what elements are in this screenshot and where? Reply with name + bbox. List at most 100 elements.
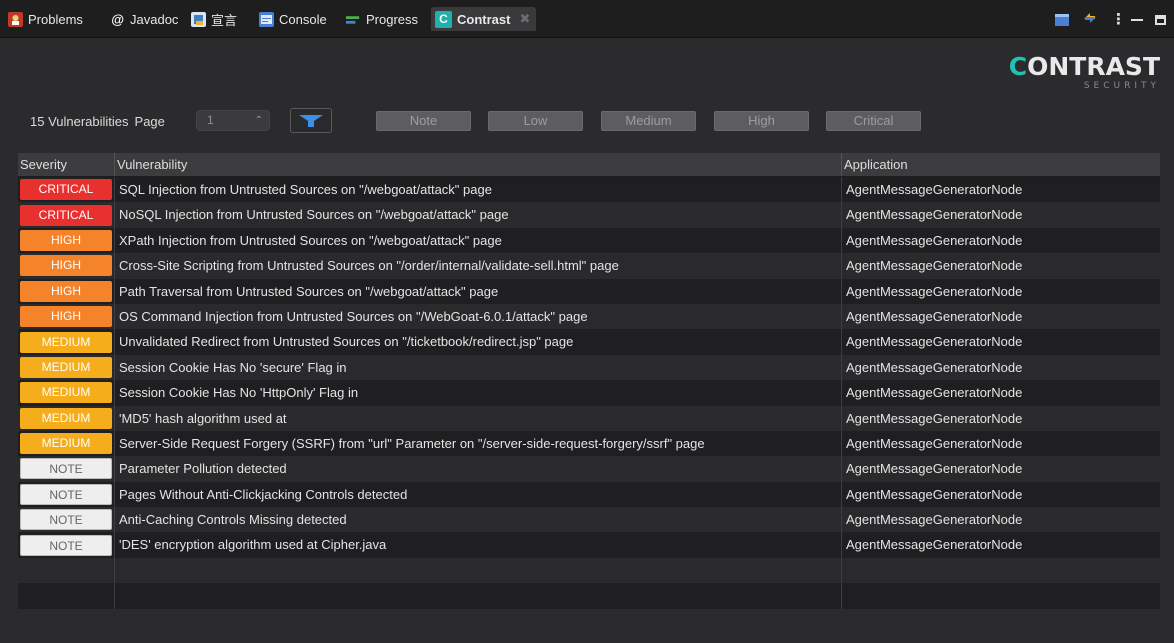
toolbar: 15 Vulnerabilities Page 1 ⌃ Note Low Med…: [30, 108, 930, 134]
application-cell: AgentMessageGeneratorNode: [841, 456, 1160, 482]
application-cell: AgentMessageGeneratorNode: [841, 177, 1160, 203]
logo-word: ONTRAST: [1027, 52, 1160, 81]
vulnerability-cell: Server-Side Request Forgery (SSRF) from …: [114, 430, 841, 457]
table-body: CRITICAL SQL Injection from Untrusted Sou…: [18, 177, 1160, 609]
tab-console[interactable]: Console: [259, 8, 327, 30]
tab-problems[interactable]: Problems: [8, 8, 83, 30]
table-row[interactable]: MEDIUM Unvalidated Redirect from Untruste…: [18, 329, 1160, 355]
filter-low-button[interactable]: Low: [488, 111, 583, 131]
filter-note-button[interactable]: Note: [376, 111, 471, 131]
application-cell: AgentMessageGeneratorNode: [841, 329, 1160, 355]
tab-label: Contrast: [457, 11, 511, 27]
severity-cell: NOTE: [18, 482, 114, 507]
empty-cell: [114, 557, 841, 584]
table-row[interactable]: NOTE Pages Without Anti-Clickjacking Cont…: [18, 481, 1160, 508]
severity-cell: NOTE: [18, 507, 114, 532]
header-severity[interactable]: Severity: [18, 153, 114, 176]
table-row[interactable]: HIGH XPath Injection from Untrusted Sourc…: [18, 227, 1160, 254]
table-row[interactable]: HIGH Cross-Site Scripting from Untrusted …: [18, 253, 1160, 279]
severity-cell: HIGH: [18, 304, 114, 329]
vulnerability-cell: Session Cookie Has No 'HttpOnly' Flag in: [114, 380, 841, 406]
filter-icon: [299, 114, 323, 127]
page-select[interactable]: 1 ⌃: [196, 110, 270, 131]
severity-badge: MEDIUM: [20, 331, 112, 353]
logo-sub: SECURITY: [1083, 81, 1160, 91]
empty-row: [18, 583, 1160, 609]
application-cell: AgentMessageGeneratorNode: [841, 354, 1160, 381]
tab-progress[interactable]: Progress: [346, 8, 418, 30]
application-cell: AgentMessageGeneratorNode: [841, 202, 1160, 228]
vulnerability-cell: Parameter Pollution detected: [114, 456, 841, 482]
severity-badge: NOTE: [20, 483, 112, 505]
severity-badge: CRITICAL: [20, 204, 112, 226]
filter-high-button[interactable]: High: [714, 111, 809, 131]
contrast-view: CONTRAST SECURITY 15 Vulnerabilities Pag…: [0, 38, 1174, 643]
table-row[interactable]: HIGH Path Traversal from Untrusted Source…: [18, 278, 1160, 304]
application-cell: AgentMessageGeneratorNode: [841, 380, 1160, 406]
close-tab-icon[interactable]: ✖: [519, 11, 530, 27]
header-vulnerability[interactable]: Vulnerability: [114, 153, 841, 176]
minimize-icon[interactable]: [1131, 18, 1143, 21]
table-row[interactable]: MEDIUM Session Cookie Has No 'HttpOnly' F…: [18, 380, 1160, 406]
table-row[interactable]: NOTE Anti-Caching Controls Missing detect…: [18, 507, 1160, 533]
severity-cell: HIGH: [18, 279, 114, 304]
severity-cell: HIGH: [18, 253, 114, 278]
application-cell: AgentMessageGeneratorNode: [841, 253, 1160, 279]
window-icon[interactable]: [1055, 13, 1069, 26]
table-row[interactable]: MEDIUM Server-Side Request Forgery (SSRF)…: [18, 430, 1160, 457]
table-row[interactable]: MEDIUM Session Cookie Has No 'secure' Fla…: [18, 354, 1160, 381]
severity-cell: NOTE: [18, 456, 114, 481]
sync-icon[interactable]: [1081, 10, 1099, 29]
table-row[interactable]: CRITICAL NoSQL Injection from Untrusted S…: [18, 202, 1160, 228]
tab-contrast[interactable]: C Contrast ✖: [431, 7, 537, 31]
progress-icon: [346, 12, 361, 27]
application-cell: AgentMessageGeneratorNode: [841, 278, 1160, 304]
declaration-icon: [191, 11, 206, 27]
application-cell: AgentMessageGeneratorNode: [841, 303, 1160, 330]
contrast-icon: C: [435, 10, 452, 28]
filter-critical-button[interactable]: Critical: [826, 111, 921, 131]
severity-badge: NOTE: [20, 534, 112, 556]
severity-badge: MEDIUM: [20, 433, 112, 455]
vulnerability-cell: Cross-Site Scripting from Untrusted Sour…: [114, 253, 841, 279]
filter-button[interactable]: [290, 108, 332, 133]
empty-row: [18, 557, 1160, 584]
application-cell: AgentMessageGeneratorNode: [841, 532, 1160, 558]
problems-icon: [8, 11, 23, 27]
severity-cell: MEDIUM: [18, 406, 114, 431]
application-cell: AgentMessageGeneratorNode: [841, 430, 1160, 457]
application-cell: AgentMessageGeneratorNode: [841, 405, 1160, 431]
severity-cell: CRITICAL: [18, 177, 114, 202]
tab-label: Problems: [28, 11, 83, 27]
table-row[interactable]: NOTE Parameter Pollution detected AgentMes…: [18, 456, 1160, 482]
table-row[interactable]: NOTE 'DES' encryption algorithm used at C…: [18, 532, 1160, 558]
vulnerability-count: 15 Vulnerabilities: [30, 113, 129, 129]
tab-label: Console: [279, 11, 327, 27]
empty-cell: [841, 583, 1160, 609]
empty-cell: [841, 557, 1160, 584]
vulnerability-cell: NoSQL Injection from Untrusted Sources o…: [114, 202, 841, 228]
vulnerability-cell: OS Command Injection from Untrusted Sour…: [114, 303, 841, 330]
vulnerability-cell: SQL Injection from Untrusted Sources on …: [114, 177, 841, 203]
page-label: Page: [134, 113, 165, 129]
javadoc-icon: @: [111, 11, 124, 27]
table-row[interactable]: CRITICAL SQL Injection from Untrusted Sou…: [18, 177, 1160, 203]
view-menu-icon[interactable]: ⋮: [1111, 12, 1126, 27]
application-cell: AgentMessageGeneratorNode: [841, 481, 1160, 508]
header-application[interactable]: Application: [841, 153, 1160, 176]
severity-badge: MEDIUM: [20, 407, 112, 429]
empty-cell: [114, 583, 841, 609]
tab-javadoc[interactable]: @ Javadoc: [110, 8, 178, 30]
table-row[interactable]: MEDIUM 'MD5' hash algorithm used at AgentM…: [18, 405, 1160, 431]
tab-declaration[interactable]: 宣言: [191, 8, 237, 30]
table-row[interactable]: HIGH OS Command Injection from Untrusted …: [18, 303, 1160, 330]
maximize-icon[interactable]: [1155, 14, 1166, 25]
vulnerability-table: Severity Vulnerability Application CRITI…: [18, 153, 1160, 610]
filter-medium-button[interactable]: Medium: [601, 111, 696, 131]
tab-label: 宣言: [211, 12, 238, 28]
console-icon: [259, 11, 274, 27]
severity-badge: NOTE: [20, 458, 112, 480]
vulnerability-cell: 'DES' encryption algorithm used at Ciphe…: [114, 532, 841, 558]
view-toolbar: ⋮: [1055, 10, 1166, 29]
vulnerability-cell: Pages Without Anti-Clickjacking Controls…: [114, 481, 841, 508]
